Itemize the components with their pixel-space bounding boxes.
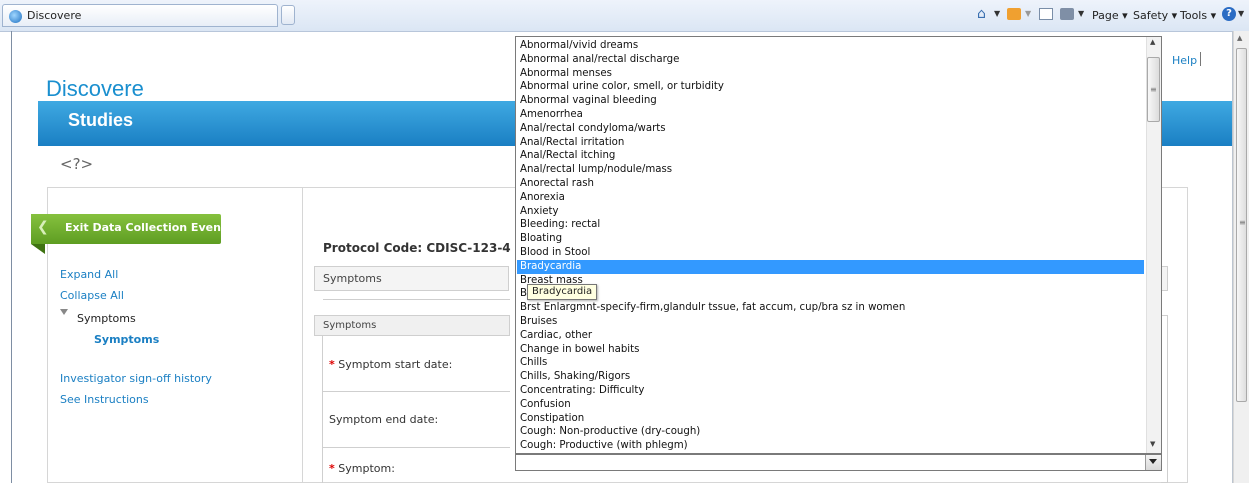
chevron-down-icon[interactable]: ▼: [1078, 9, 1084, 18]
dropdown-option[interactable]: Abnormal vaginal bleeding: [517, 94, 1144, 108]
expand-all-link[interactable]: Expand All: [60, 268, 118, 281]
row-divider: [322, 447, 510, 448]
dropdown-option[interactable]: Anxiety: [517, 205, 1144, 219]
dropdown-option[interactable]: Bruises: [517, 315, 1144, 329]
dropdown-option[interactable]: Abnormal/vivid dreams: [517, 39, 1144, 53]
dropdown-option[interactable]: Brst Enlargmnt-specify-firm,glandulr tss…: [517, 301, 1144, 315]
symptom-select[interactable]: [515, 454, 1162, 471]
dropdown-option[interactable]: Blood in Stool: [517, 246, 1144, 260]
chevron-down-icon[interactable]: ▼: [994, 9, 1000, 18]
scroll-up-icon[interactable]: ▲: [1150, 38, 1155, 46]
protocol-code: Protocol Code: CDISC-123-4567: [323, 241, 511, 255]
dropdown-option[interactable]: Anorexia: [517, 191, 1144, 205]
print-icon[interactable]: [1060, 8, 1074, 20]
dropdown-option[interactable]: Confusion: [517, 398, 1144, 412]
chevron-left-icon: ❮: [37, 219, 49, 235]
chevron-down-icon: [1149, 459, 1157, 464]
divider: [323, 299, 510, 300]
tree-expand-icon[interactable]: [60, 309, 68, 315]
dropdown-option[interactable]: Abnormal urine color, smell, or turbidit…: [517, 80, 1144, 94]
help-link[interactable]: Help: [1172, 54, 1197, 67]
scroll-grip-icon: ≡: [1239, 218, 1246, 227]
collapse-all-link[interactable]: Collapse All: [60, 289, 124, 302]
dropdown-option[interactable]: Anorectal rash: [517, 177, 1144, 191]
dropdown-option[interactable]: Anal/rectal condyloma/warts: [517, 122, 1144, 136]
dropdown-option[interactable]: Abnormal anal/rectal discharge: [517, 53, 1144, 67]
page-border: [11, 31, 12, 483]
tools-menu[interactable]: Tools ▾: [1180, 9, 1216, 22]
dropdown-option[interactable]: Anal/rectal lump/nodule/mass: [517, 163, 1144, 177]
dropdown-option[interactable]: Cough: Non-productive (dry-cough): [517, 425, 1144, 439]
divider: [1200, 52, 1201, 66]
symptom-dropdown-list[interactable]: Abnormal/vivid dreams Abnormal anal/recta…: [515, 36, 1162, 454]
dropdown-option[interactable]: Cardiac, other: [517, 329, 1144, 343]
required-marker: *: [329, 462, 335, 475]
signoff-history-link[interactable]: Investigator sign-off history: [60, 372, 212, 385]
dropdown-option[interactable]: Chills, Shaking/Rigors: [517, 370, 1144, 384]
browser-tab-title: Discovere: [27, 9, 82, 22]
section-title: Studies: [68, 110, 134, 130]
see-instructions-link[interactable]: See Instructions: [60, 393, 149, 406]
section-header-label: Symptoms: [323, 272, 382, 285]
exit-button-label: Exit Data Collection Event: [65, 221, 227, 234]
dropdown-option[interactable]: Change in bowel habits: [517, 343, 1144, 357]
browser-tab[interactable]: Discovere: [2, 4, 278, 27]
button-fold-decoration: [31, 244, 45, 254]
table-header-label: Symptoms: [323, 320, 377, 331]
scroll-up-icon[interactable]: ▲: [1237, 34, 1242, 42]
dropdown-option[interactable]: Amenorrhea: [517, 108, 1144, 122]
new-tab-button[interactable]: [281, 5, 295, 25]
dropdown-option[interactable]: Bradycardia: [517, 259, 1144, 274]
section-header-edge: [1161, 266, 1168, 291]
dropdown-option[interactable]: Bronchitis: [517, 287, 1144, 301]
feeds-icon[interactable]: [1007, 8, 1021, 20]
dropdown-option[interactable]: Bloating: [517, 232, 1144, 246]
field-label-start-date: * Symptom start date:: [329, 358, 453, 371]
required-marker: *: [329, 358, 335, 371]
app-logo-title: Discovere: [46, 76, 144, 101]
help-icon[interactable]: ?: [1222, 7, 1236, 21]
page-menu[interactable]: Page ▾: [1092, 9, 1128, 22]
tree-item-symptoms[interactable]: Symptoms: [77, 312, 136, 325]
dropdown-option[interactable]: Constipation: [517, 412, 1144, 426]
dropdown-option[interactable]: Anal/Rectal irritation: [517, 136, 1144, 150]
safety-menu[interactable]: Safety ▾: [1133, 9, 1177, 22]
row-divider: [322, 391, 510, 392]
dropdown-option[interactable]: Cough: Productive (with phlegm): [517, 439, 1144, 453]
dropdown-option[interactable]: Abnormal menses: [517, 67, 1144, 81]
divider: [302, 188, 303, 483]
chevron-down-icon[interactable]: ▼: [1238, 9, 1244, 18]
dropdown-option[interactable]: Chills: [517, 356, 1144, 370]
dropdown-option[interactable]: Bleeding: rectal: [517, 218, 1144, 232]
dropdown-option[interactable]: Anal/Rectal itching: [517, 149, 1144, 163]
table-edge: [1161, 315, 1168, 483]
dropdown-option[interactable]: Breast mass: [517, 274, 1144, 288]
field-label-end-date: Symptom end date:: [329, 413, 439, 426]
dropdown-option[interactable]: Concentrating: Difficulty: [517, 384, 1144, 398]
tree-item-symptoms-form[interactable]: Symptoms: [94, 333, 159, 346]
breadcrumb-placeholder: <?>: [60, 155, 94, 173]
ie-logo-icon: [9, 10, 22, 23]
scroll-down-icon[interactable]: ▼: [1150, 440, 1155, 448]
field-label-symptom: * Symptom:: [329, 462, 395, 475]
mail-icon[interactable]: [1039, 8, 1053, 20]
home-icon[interactable]: ⌂: [977, 6, 986, 22]
option-tooltip: Bradycardia: [527, 284, 598, 300]
chevron-down-icon[interactable]: ▼: [1025, 9, 1031, 18]
protocol-code-container: Protocol Code: CDISC-123-4567: [323, 238, 511, 258]
scroll-grip-icon: ≡: [1150, 85, 1157, 94]
